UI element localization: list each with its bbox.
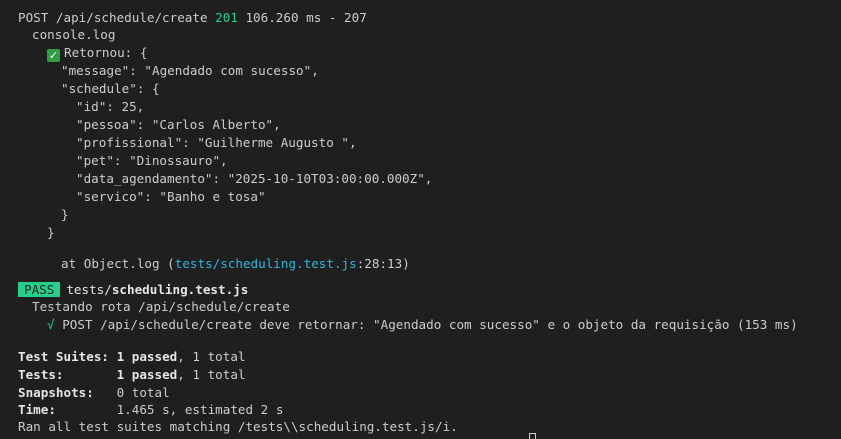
suites-label: Test Suites: (18, 349, 109, 364)
json-line: "pet": "Dinossauro", (76, 153, 228, 168)
test-case-line: √ POST /api/schedule/create deve retorna… (47, 316, 798, 334)
json-line: } (61, 207, 69, 222)
text-cursor (529, 433, 536, 439)
suites-passed: 1 passed (116, 349, 178, 364)
time-value: 1.465 s, estimated 2 s (116, 402, 284, 417)
suites-total: , 1 total (177, 349, 246, 364)
test-file-name: scheduling.test.js (111, 282, 249, 297)
json-line: "id": 25, (76, 99, 145, 114)
returned-line: ✓ Retornou: { (47, 44, 147, 62)
snapshots-value: 0 total (116, 385, 170, 400)
request-log-line: POST /api/schedule/create 201 106.260 ms… (18, 9, 367, 27)
summary-suites: Test Suites: 1 passed, 1 total (18, 348, 246, 366)
test-path-prefix: tests/ (66, 282, 112, 297)
stack-prefix: at Object.log ( (61, 256, 175, 271)
tests-total: , 1 total (177, 367, 246, 382)
stack-trace-line: at Object.log (tests/scheduling.test.js:… (61, 255, 410, 273)
json-line: "profissional": "Guilherme Augusto ", (76, 135, 357, 150)
test-case-name: POST /api/schedule/create deve retornar:… (62, 317, 798, 332)
test-check-icon: √ (47, 317, 55, 332)
pass-badge: PASS (18, 282, 61, 297)
json-line: "pessoa": "Carlos Alberto", (76, 117, 281, 132)
ran-all-line: Ran all test suites matching /tests\\sch… (18, 419, 458, 434)
summary-time: Time: 1.465 s, estimated 2 s (18, 401, 283, 419)
json-line: "schedule": { (61, 81, 160, 96)
describe-line: Testando rota /api/schedule/create (32, 299, 290, 314)
returned-label: Retornou: { (64, 45, 148, 60)
snapshots-label: Snapshots: (18, 385, 94, 400)
stack-suffix: :28:13) (356, 256, 410, 271)
json-line: "data_agendamento": "2025-10-10T03:00:00… (76, 171, 433, 186)
summary-snapshots: Snapshots: 0 total (18, 384, 170, 402)
time-label: Time: (18, 402, 56, 417)
stack-file-link[interactable]: tests/scheduling.test.js (175, 256, 357, 271)
request-method-path: POST /api/schedule/create (18, 10, 216, 25)
request-timing: 106.260 ms - 207 (237, 10, 367, 25)
tests-label: Tests: (18, 367, 64, 382)
pass-result-line: PASS tests/scheduling.test.js (18, 281, 248, 299)
json-line: } (47, 225, 55, 240)
summary-tests: Tests: 1 passed, 1 total (18, 366, 246, 384)
tests-passed: 1 passed (116, 367, 178, 382)
json-line: "message": "Agendado com sucesso", (61, 63, 319, 78)
terminal-output[interactable]: POST /api/schedule/create 201 106.260 ms… (0, 0, 841, 439)
response-status: 201 (215, 10, 238, 25)
json-line: "servico": "Banho e tosa" (76, 189, 266, 204)
check-mark-icon: ✓ (47, 49, 60, 62)
console-log-label: console.log (32, 27, 116, 42)
